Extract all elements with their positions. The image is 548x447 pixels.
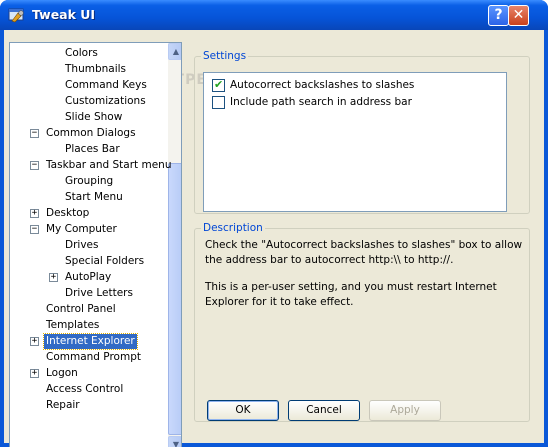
collapse-icon[interactable]: − — [30, 161, 39, 170]
option-autocorrect-backslashes[interactable]: ✔ Autocorrect backslashes to slashes — [212, 78, 415, 94]
tree-item[interactable]: − My Computer — [10, 222, 166, 238]
expand-icon[interactable]: + — [30, 337, 39, 346]
description-text: Check the "Autocorrect backslashes to sl… — [205, 238, 523, 309]
tree-item-label: Repair — [46, 399, 80, 411]
scroll-down-button[interactable]: ▼ — [168, 436, 181, 447]
close-button[interactable]: ✕ — [508, 5, 529, 26]
apply-button[interactable]: Apply — [369, 400, 441, 421]
collapse-icon[interactable]: − — [30, 129, 39, 138]
tree-item[interactable]: Access Control — [10, 382, 166, 398]
tree-item-label: Places Bar — [65, 143, 120, 155]
help-button[interactable]: ? — [488, 5, 509, 26]
tree-item-label: Customizations — [65, 95, 146, 107]
close-icon: ✕ — [512, 7, 525, 23]
title-bar[interactable]: Tweak UI ? ✕ — [0, 0, 548, 30]
tree-item[interactable]: + Desktop — [10, 206, 166, 222]
option-label: Include path search in address bar — [230, 96, 412, 108]
tree-item[interactable]: − Taskbar and Start menu — [10, 158, 172, 174]
tree-item-label: Access Control — [46, 383, 124, 395]
tree-item-label: Control Panel — [46, 303, 116, 315]
tree-item[interactable]: Start Menu — [10, 190, 166, 206]
tree-item[interactable]: − Common Dialogs — [10, 126, 166, 142]
tree-item-label: AutoPlay — [65, 271, 112, 283]
scroll-up-button[interactable]: ▲ — [168, 43, 181, 60]
tree-item[interactable]: Places Bar — [10, 142, 166, 158]
tree-item-label: Common Dialogs — [46, 127, 136, 139]
description-paragraph-2: This is a per-user setting, and you must… — [205, 281, 497, 308]
tree-item-label: Taskbar and Start menu — [46, 159, 172, 171]
checkbox-include-path-search[interactable] — [212, 96, 225, 109]
tree-item[interactable]: Grouping — [10, 174, 166, 190]
tree-item-label: Slide Show — [65, 111, 123, 123]
tree-item-label: Command Keys — [65, 79, 147, 91]
tree-item-label: Drives — [65, 239, 99, 251]
tree-item[interactable]: Command Keys — [10, 78, 166, 94]
tree-item-label: Logon — [46, 367, 78, 379]
cancel-button[interactable]: Cancel — [288, 400, 360, 421]
tree-item[interactable]: Colors — [10, 46, 166, 62]
scroll-thumb[interactable] — [168, 163, 181, 435]
tree-item[interactable]: + Logon — [10, 366, 166, 382]
option-include-path-search[interactable]: Include path search in address bar — [212, 96, 412, 111]
tree-item-label: Command Prompt — [46, 351, 141, 363]
ok-button[interactable]: OK — [207, 400, 279, 421]
tree-item[interactable]: Drives — [10, 238, 166, 254]
tree-item[interactable]: + Internet Explorer — [10, 333, 166, 350]
tree-item[interactable]: Command Prompt — [10, 350, 166, 366]
checkbox-autocorrect-backslashes[interactable]: ✔ — [212, 78, 225, 92]
tweak-ui-window: Tweak UI ? ✕ SOFTPEDIA ▲ ▼ Colors Thumbna… — [0, 0, 548, 447]
tree-item-label: Internet Explorer — [43, 333, 138, 350]
checkmark-icon: ✔ — [214, 78, 224, 91]
chevron-up-icon: ▲ — [172, 47, 180, 56]
expand-icon[interactable]: + — [30, 369, 39, 378]
dialog-client-area: SOFTPEDIA ▲ ▼ Colors Thumbnails Command Ke… — [4, 30, 544, 447]
tree-item-label: Desktop — [46, 207, 90, 219]
tree-item-label: Colors — [65, 47, 98, 59]
settings-group-title: Settings — [201, 50, 249, 62]
tree-item-label: Thumbnails — [65, 63, 127, 75]
tree-item-label: My Computer — [46, 223, 117, 235]
tree-vertical-scrollbar[interactable]: ▲ ▼ — [168, 43, 181, 447]
tree-item[interactable]: Thumbnails — [10, 62, 166, 78]
tree-item[interactable]: + AutoPlay — [10, 270, 166, 286]
tweak-ui-app-icon — [8, 8, 24, 23]
tree-item[interactable]: Customizations — [10, 94, 166, 110]
tree-item-label: Start Menu — [65, 191, 123, 203]
description-paragraph-1: Check the "Autocorrect backslashes to sl… — [205, 239, 523, 266]
expand-icon[interactable]: + — [49, 273, 58, 282]
help-icon: ? — [494, 7, 503, 23]
tree-item-label: Drive Letters — [65, 287, 133, 299]
tree-item[interactable]: Drive Letters — [10, 286, 166, 302]
tree-item-label: Templates — [46, 319, 100, 331]
tree-item[interactable]: Repair — [10, 398, 166, 414]
option-label: Autocorrect backslashes to slashes — [230, 79, 415, 91]
tree-item-label: Special Folders — [65, 255, 145, 267]
settings-options-list[interactable]: ✔ Autocorrect backslashes to slashes Incl… — [203, 72, 507, 212]
tree-item[interactable]: Templates — [10, 318, 166, 334]
tree-item[interactable]: Control Panel — [10, 302, 166, 318]
tree-item[interactable]: Slide Show — [10, 110, 166, 126]
tree-item-label: Grouping — [65, 175, 114, 187]
collapse-icon[interactable]: − — [30, 225, 39, 234]
window-title: Tweak UI — [32, 7, 96, 22]
expand-icon[interactable]: + — [30, 209, 39, 218]
chevron-down-icon: ▼ — [172, 440, 180, 447]
settings-tree[interactable]: ▲ ▼ Colors Thumbnails Command Keys Customiz… — [9, 42, 182, 447]
description-group-title: Description — [201, 222, 265, 234]
tree-item[interactable]: Special Folders — [10, 254, 166, 270]
